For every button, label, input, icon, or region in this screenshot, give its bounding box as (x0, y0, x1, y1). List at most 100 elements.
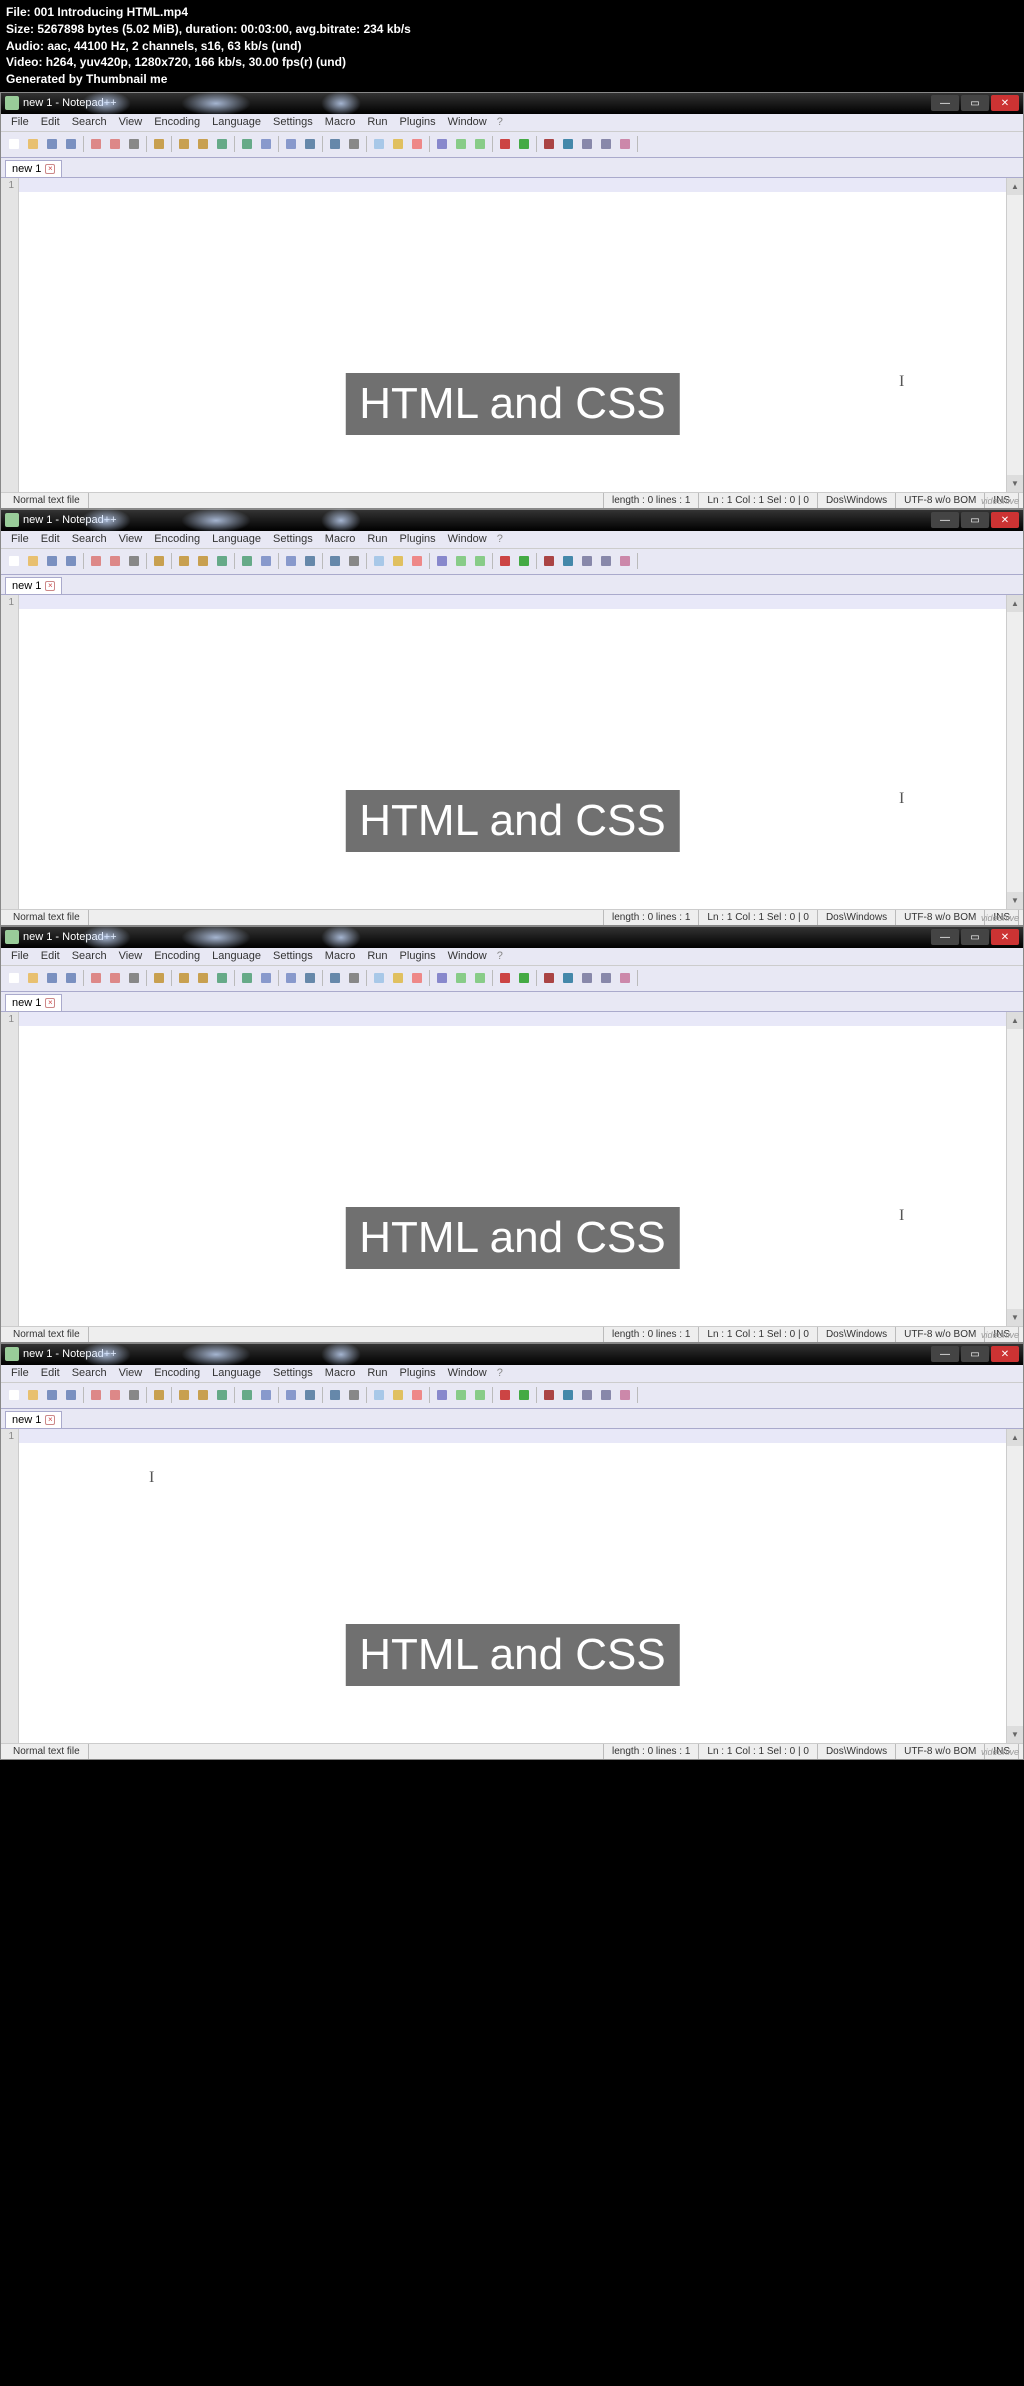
new-button[interactable] (5, 135, 23, 153)
minimize-button[interactable]: — (931, 929, 959, 945)
func-button[interactable] (408, 1386, 426, 1404)
find-button[interactable] (257, 135, 275, 153)
menu-search[interactable]: Search (66, 1367, 113, 1379)
closeall-button[interactable] (106, 969, 124, 987)
scroll-down-icon[interactable]: ▼ (1007, 475, 1023, 492)
document-tab[interactable]: new 1 × (5, 1411, 62, 1428)
menu-encoding[interactable]: Encoding (148, 950, 206, 962)
close-button[interactable]: ✕ (991, 929, 1019, 945)
menu-view[interactable]: View (113, 1367, 149, 1379)
play-button[interactable] (515, 1386, 533, 1404)
document-tab[interactable]: new 1 × (5, 160, 62, 177)
closeall-button[interactable] (106, 552, 124, 570)
document-tab[interactable]: new 1 × (5, 577, 62, 594)
macro1-button[interactable] (578, 969, 596, 987)
save-button[interactable] (43, 1386, 61, 1404)
menu-edit[interactable]: Edit (35, 533, 66, 545)
tab-close-icon[interactable]: × (45, 1415, 55, 1425)
menu-help-icon[interactable]: ? (497, 116, 503, 128)
undo-button[interactable] (213, 135, 231, 153)
menu-search[interactable]: Search (66, 533, 113, 545)
vertical-scrollbar[interactable]: ▲ ▼ (1006, 1012, 1023, 1326)
menu-plugins[interactable]: Plugins (394, 116, 442, 128)
save-button[interactable] (43, 969, 61, 987)
save-button[interactable] (43, 552, 61, 570)
open-button[interactable] (24, 552, 42, 570)
menu-encoding[interactable]: Encoding (148, 533, 206, 545)
menu-macro[interactable]: Macro (319, 1367, 362, 1379)
menu-edit[interactable]: Edit (35, 1367, 66, 1379)
guide-button[interactable] (389, 135, 407, 153)
playrec-button[interactable] (559, 552, 577, 570)
open-button[interactable] (24, 969, 42, 987)
scroll-up-icon[interactable]: ▲ (1007, 178, 1023, 195)
saveall-button[interactable] (62, 135, 80, 153)
vertical-scrollbar[interactable]: ▲ ▼ (1006, 1429, 1023, 1743)
menu-language[interactable]: Language (206, 1367, 267, 1379)
menu-file[interactable]: File (5, 533, 35, 545)
menu-macro[interactable]: Macro (319, 533, 362, 545)
redo-button[interactable] (238, 1386, 256, 1404)
close-button[interactable] (87, 969, 105, 987)
showall-button[interactable] (370, 1386, 388, 1404)
paste-button[interactable] (194, 1386, 212, 1404)
zoomin-button[interactable] (301, 969, 319, 987)
scroll-down-icon[interactable]: ▼ (1007, 892, 1023, 909)
zoomin-button[interactable] (301, 1386, 319, 1404)
zoomout-button[interactable] (326, 1386, 344, 1404)
menu-file[interactable]: File (5, 1367, 35, 1379)
folder-button[interactable] (433, 552, 451, 570)
menu-run[interactable]: Run (361, 1367, 393, 1379)
zoomin-button[interactable] (301, 135, 319, 153)
tab-close-icon[interactable]: × (45, 581, 55, 591)
playrec-button[interactable] (559, 135, 577, 153)
spell-button[interactable] (616, 552, 634, 570)
new-button[interactable] (5, 552, 23, 570)
paste-button[interactable] (194, 969, 212, 987)
menu-help-icon[interactable]: ? (497, 533, 503, 545)
macro1-button[interactable] (578, 1386, 596, 1404)
zoomin-button[interactable] (301, 552, 319, 570)
close-button[interactable] (87, 135, 105, 153)
undo-button[interactable] (213, 969, 231, 987)
menu-search[interactable]: Search (66, 950, 113, 962)
text-editor[interactable]: HTML and CSS I (19, 178, 1006, 492)
zoomout-button[interactable] (326, 135, 344, 153)
menu-language[interactable]: Language (206, 533, 267, 545)
wrap-button[interactable] (345, 969, 363, 987)
menu-help-icon[interactable]: ? (497, 950, 503, 962)
menu-settings[interactable]: Settings (267, 1367, 319, 1379)
redo-button[interactable] (238, 969, 256, 987)
macro2-button[interactable] (597, 135, 615, 153)
spell-button[interactable] (616, 135, 634, 153)
print-button[interactable] (125, 969, 143, 987)
showall-button[interactable] (370, 135, 388, 153)
redo-button[interactable] (238, 552, 256, 570)
maximize-button[interactable]: ▭ (961, 512, 989, 528)
play-button[interactable] (515, 552, 533, 570)
new-button[interactable] (5, 969, 23, 987)
menu-window[interactable]: Window (442, 533, 493, 545)
open-button[interactable] (24, 1386, 42, 1404)
minimize-button[interactable]: — (931, 95, 959, 111)
menu-window[interactable]: Window (442, 1367, 493, 1379)
close-button[interactable] (87, 1386, 105, 1404)
scroll-up-icon[interactable]: ▲ (1007, 1429, 1023, 1446)
minimize-button[interactable]: — (931, 1346, 959, 1362)
scroll-down-icon[interactable]: ▼ (1007, 1726, 1023, 1743)
menu-plugins[interactable]: Plugins (394, 533, 442, 545)
find-button[interactable] (257, 552, 275, 570)
showall-button[interactable] (370, 552, 388, 570)
save-button[interactable] (43, 135, 61, 153)
replace-button[interactable] (282, 552, 300, 570)
comment-button[interactable] (452, 969, 470, 987)
titlebar[interactable]: new 1 - Notepad++ — ▭ ✕ (1, 927, 1023, 948)
cut-button[interactable] (150, 552, 168, 570)
stop-button[interactable] (540, 1386, 558, 1404)
menu-settings[interactable]: Settings (267, 116, 319, 128)
menu-macro[interactable]: Macro (319, 950, 362, 962)
wrap-button[interactable] (345, 135, 363, 153)
wrap-button[interactable] (345, 1386, 363, 1404)
macro2-button[interactable] (597, 552, 615, 570)
copy-button[interactable] (175, 135, 193, 153)
